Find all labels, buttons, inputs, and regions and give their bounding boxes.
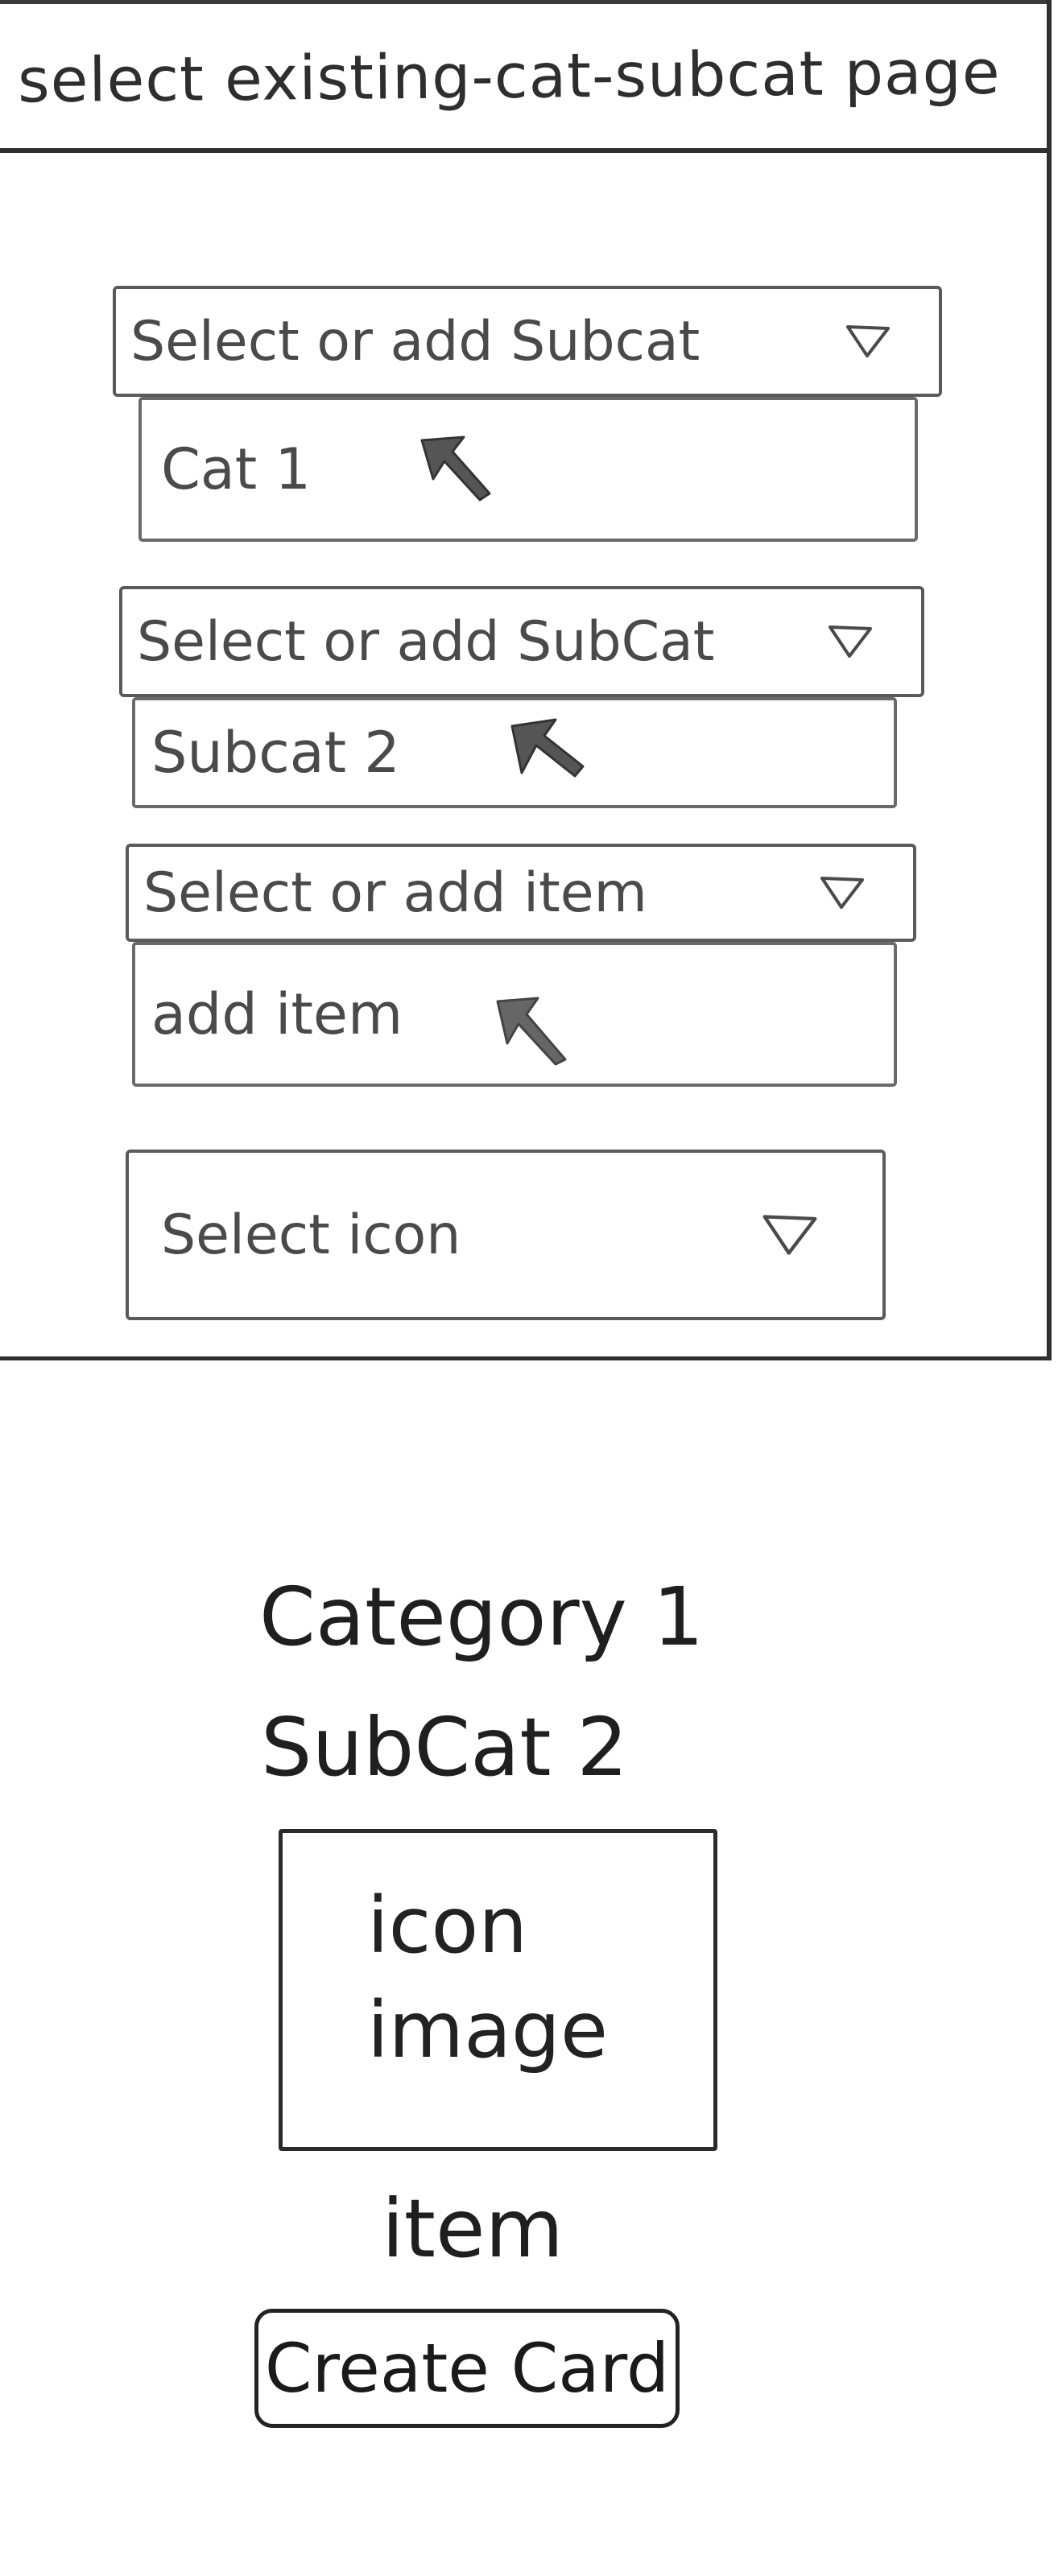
dropdown-label: Select or add item <box>143 861 647 925</box>
icon-select-dropdown[interactable]: Select icon <box>126 1150 886 1320</box>
dropdown-option-subcat-2[interactable]: Subcat 2 <box>132 697 897 808</box>
create-card-button[interactable]: Create Card <box>254 2309 680 2428</box>
chevron-down-icon <box>820 877 864 909</box>
dropdown-label: Select icon <box>161 1203 461 1267</box>
option-label: Cat 1 <box>161 436 312 502</box>
mouse-cursor-icon <box>496 997 567 1066</box>
wireframe-page: select existing-cat-subcat page Select o… <box>0 0 1052 1360</box>
subcat-select-dropdown-2[interactable]: Select or add SubCat <box>119 586 924 697</box>
item-select-dropdown[interactable]: Select or add item <box>126 844 916 942</box>
dropdown-label: Select or add Subcat <box>130 309 700 374</box>
dropdown-option-cat-1[interactable]: Cat 1 <box>138 397 918 542</box>
chevron-down-icon <box>829 625 872 658</box>
mouse-cursor-icon <box>420 436 491 502</box>
mouse-cursor-icon <box>510 718 585 778</box>
dropdown-label: Select or add SubCat <box>137 609 715 674</box>
card-subcategory-label: SubCat 2 <box>261 1700 629 1794</box>
title-bar: select existing-cat-subcat page <box>0 0 1047 153</box>
chevron-down-icon <box>762 1215 817 1255</box>
subcat-select-dropdown-1[interactable]: Select or add Subcat <box>113 286 942 397</box>
card-category-label: Category 1 <box>259 1570 705 1664</box>
option-label: add item <box>151 981 403 1047</box>
option-label: Subcat 2 <box>151 720 400 786</box>
chevron-down-icon <box>846 325 890 357</box>
dropdown-option-add-item[interactable]: add item <box>132 942 897 1087</box>
icon-placeholder-text: icon image <box>367 1880 609 2075</box>
page-title: select existing-cat-subcat page <box>17 35 1001 117</box>
card-icon-placeholder: icon image <box>279 1829 717 2151</box>
card-item-label: item <box>382 2182 564 2276</box>
